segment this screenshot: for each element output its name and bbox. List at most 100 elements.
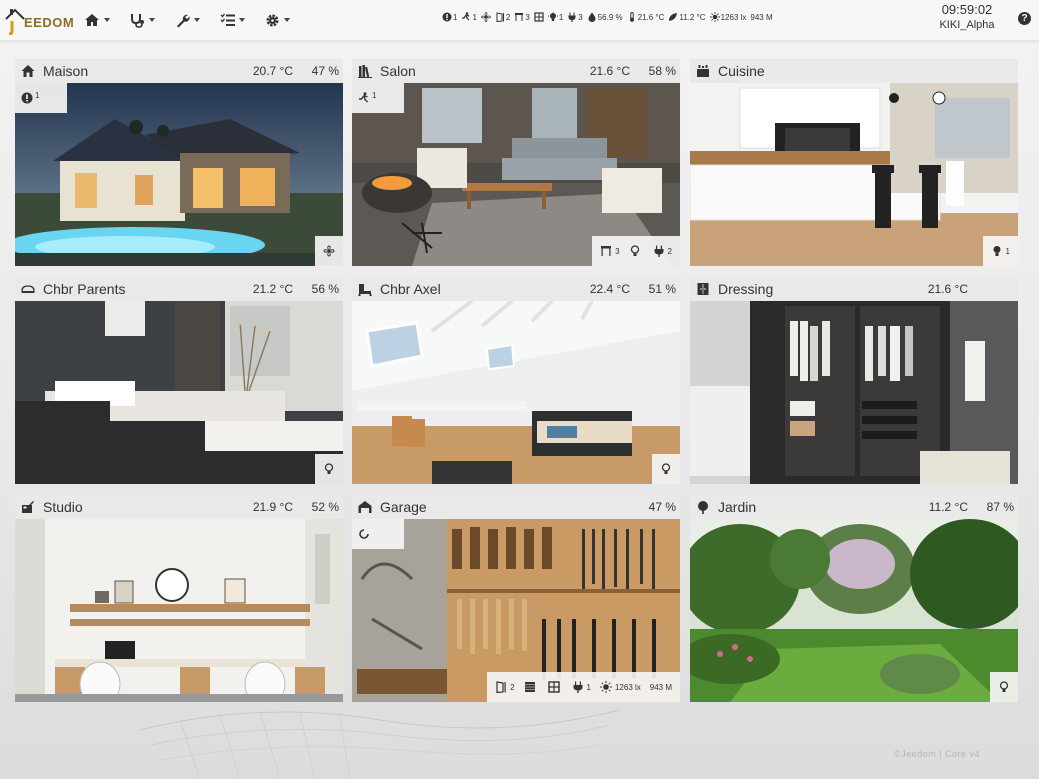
leaf-icon [669,13,678,21]
summary-alerts[interactable]: 1 [442,12,457,22]
nav-plugins[interactable] [212,8,257,32]
room-photo-jardin [690,519,1018,702]
room-header: Cuisine [690,59,1018,83]
room-temperature: 21.9 °C [252,500,293,514]
shutter-icon [524,682,535,692]
room-name: Garage [380,499,427,515]
wardrobe-icon [695,281,711,297]
books-icon [357,63,373,79]
summary-lights[interactable]: 1 [547,12,563,22]
room-summary-badge[interactable] [315,454,343,484]
nav-home[interactable] [76,8,122,32]
room-card-maison[interactable]: Maison 20.7 °C 47 % 1 [15,59,343,266]
room-card-dressing[interactable]: Dressing 21.6 °C [690,277,1018,484]
room-summary-badge[interactable]: 3 2 [592,236,680,266]
room-name: Cuisine [718,63,765,79]
bed-icon [20,281,36,297]
room-summary-badge[interactable] [652,454,680,484]
room-header: Chbr Parents 21.2 °C 56 % [15,277,343,301]
room-card-chbr-axel[interactable]: Chbr Axel 22.4 °C 51 % [352,277,680,484]
room-summary-badge[interactable]: 1 [982,236,1018,266]
room-name: Salon [380,63,416,79]
summary-doors[interactable]: 2 [495,12,510,22]
room-card-chbr-parents[interactable]: Chbr Parents 21.2 °C 56 % [15,277,343,484]
bulb-icon [999,681,1009,692]
room-motion-badge[interactable]: 1 [352,83,404,113]
brand-name: EEDOM [24,15,75,30]
kitchen-icon [695,63,711,79]
summary-windows-count: 3 [525,12,530,22]
room-summary-badge[interactable]: 2 1 1263 lx 943 M [487,672,680,702]
summary-shutters[interactable] [534,12,544,22]
room-name: Dressing [718,281,774,297]
bulb-icon [547,12,558,21]
plug-icon [568,12,576,22]
room-humidity: 56 % [311,282,339,296]
summary-temperature-value: 21.6 °C [637,12,665,22]
drop-icon [588,12,596,22]
main-menu [76,8,302,32]
wrench-icon [177,14,190,27]
room-header: Salon 21.6 °C 58 % [352,59,680,83]
room-summary-badge[interactable] [990,672,1018,702]
top-navbar: EEDOM 1 1 2 3 1 3 56.9 % 21.6 °C 11.2 °C… [0,0,1039,41]
room-summary-badge[interactable] [315,236,343,266]
help-icon[interactable]: ? [1018,12,1031,25]
thermometer-icon [629,12,634,22]
summary-luminosity[interactable]: 1263 lx [709,12,746,22]
background-mesh-decoration [140,709,620,779]
light-count: 1 [1005,246,1010,256]
room-temperature: 20.7 °C [252,64,293,78]
door-icon [496,681,506,693]
room-alert-badge[interactable]: 1 [15,83,67,113]
room-photo-dressing [690,301,1018,484]
room-humidity: 58 % [648,64,676,78]
window-icon [515,13,524,21]
summary-motion-count: 1 [472,12,477,22]
room-temperature: 11.2 °C [928,500,968,514]
home-icon [85,14,99,26]
summary-pressure[interactable]: 943 M [750,13,772,22]
room-card-jardin[interactable]: Jardin 11.2 °C 87 % [690,495,1018,702]
frame-window-icon [534,12,544,22]
summary-outdoor-temp[interactable]: 11.2 °C [668,12,706,22]
clock-time: 09:59:02 [941,2,993,17]
fan-icon [480,12,491,22]
summary-motion[interactable]: 1 [461,12,477,22]
sun-icon [709,12,720,22]
alert-icon [21,92,33,104]
bulb-icon [661,463,671,474]
bed-icon [357,281,373,297]
room-header: Studio 21.9 °C 52 % [15,495,343,519]
global-summary: 1 1 2 3 1 3 56.9 % 21.6 °C 11.2 °C 1263 … [442,12,773,22]
window-count: 3 [615,246,620,256]
summary-temperature[interactable]: 21.6 °C [627,12,665,22]
room-humidity: 51 % [648,282,676,296]
user-name[interactable]: KIKI_Alpha [932,19,1002,31]
room-name: Chbr Axel [380,281,441,297]
pressure-value: 943 M [649,682,672,692]
door-icon [496,12,504,22]
bulb-icon [630,245,639,256]
running-person-icon [462,12,470,21]
nav-settings[interactable] [257,8,302,32]
running-person-icon [359,92,368,103]
room-card-cuisine[interactable]: Cuisine 1 [690,59,1018,266]
list-icon [220,13,235,26]
tree-icon [695,499,711,515]
jeedom-logo[interactable]: EEDOM [4,3,75,36]
room-card-garage[interactable]: Garage 47 % 2 1 1263 lx 943 M [352,495,680,702]
room-refresh-badge[interactable] [352,519,404,549]
summary-outlets[interactable]: 3 [567,12,583,22]
room-card-salon[interactable]: Salon 21.6 °C 58 % 1 3 2 [352,59,680,266]
window-icon [601,246,612,256]
nav-analysis[interactable] [122,8,167,32]
room-alert-count: 1 [35,90,40,100]
luminosity-value: 1263 lx [614,682,641,692]
summary-humidity[interactable]: 56.9 % [587,12,623,22]
summary-fan[interactable] [480,12,491,22]
summary-windows[interactable]: 3 [514,12,530,22]
house-icon [20,63,36,79]
nav-tools[interactable] [167,8,212,32]
room-card-studio[interactable]: Studio 21.9 °C 52 % [15,495,343,702]
